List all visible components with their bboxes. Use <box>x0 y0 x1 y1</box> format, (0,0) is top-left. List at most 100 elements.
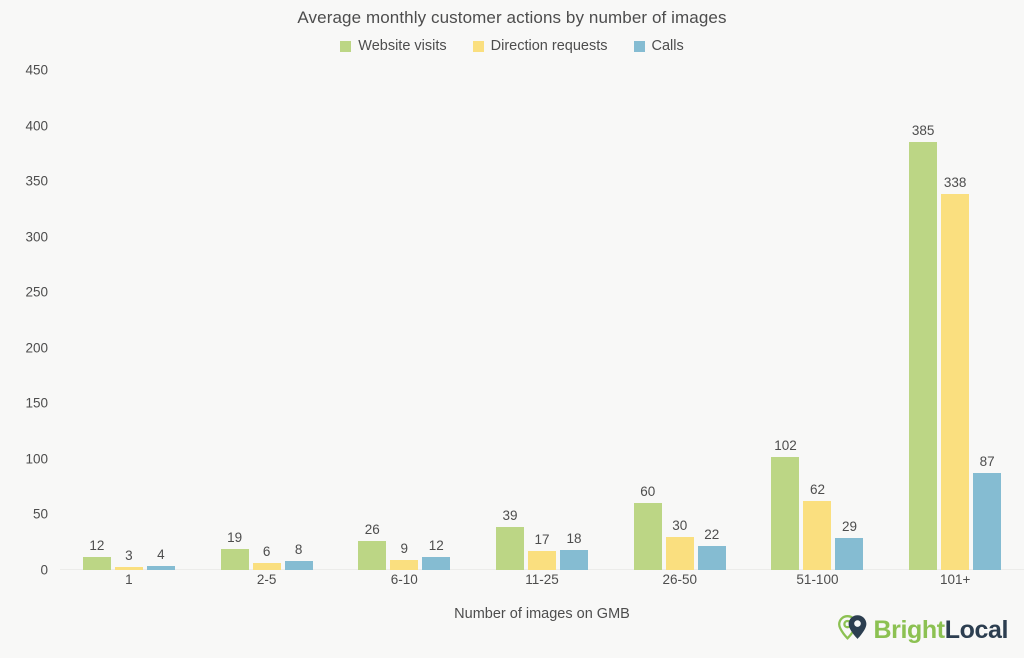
legend-label: Direction requests <box>490 38 608 54</box>
bar-slot: 60 <box>633 70 662 570</box>
bar[interactable] <box>496 526 525 570</box>
bar-groups: 12 3 4 19 6 8 26 9 12 39 17 18 60 30 22 102 62 29 385 338 87 <box>60 70 1024 570</box>
bar[interactable] <box>941 194 970 570</box>
bar[interactable] <box>82 556 111 570</box>
bar-value-label: 12 <box>89 537 105 553</box>
plot-area: 12 3 4 19 6 8 26 9 12 39 17 18 60 30 22 102 62 29 385 338 87 <box>60 70 1024 570</box>
bar[interactable] <box>973 473 1002 570</box>
bar-group: 385 338 87 <box>886 70 1024 570</box>
bar-slot: 87 <box>973 70 1002 570</box>
bar-slot: 22 <box>697 70 726 570</box>
bar-group: 19 6 8 <box>198 70 336 570</box>
legend-label: Website visits <box>358 38 447 54</box>
bar-group: 39 17 18 <box>473 70 611 570</box>
bar[interactable] <box>633 503 662 570</box>
bar-slot: 29 <box>835 70 864 570</box>
y-axis-tick: 250 <box>25 284 48 300</box>
x-axis-tick: 26-50 <box>662 572 697 587</box>
bar-slot: 17 <box>528 70 557 570</box>
bar-value-label: 338 <box>943 175 967 191</box>
bar-value-label: 18 <box>566 531 582 546</box>
chart-container: Average monthly customer actions by numb… <box>0 0 1024 658</box>
bar[interactable] <box>803 501 832 570</box>
chart-title: Average monthly customer actions by numb… <box>297 8 727 27</box>
bar[interactable] <box>220 548 249 570</box>
bar-slot: 102 <box>771 70 800 570</box>
logo-local-text: Local <box>944 615 1009 644</box>
x-axis-tick: 51-100 <box>796 572 839 587</box>
bar-value-label: 17 <box>534 532 550 548</box>
logo-bright-text: Bright <box>873 615 946 644</box>
bar-slot: 4 <box>146 70 175 570</box>
legend-item[interactable]: Calls <box>633 38 684 54</box>
bar-value-label: 6 <box>262 544 271 560</box>
bar-slot: 3 <box>114 70 143 570</box>
bar-value-label: 385 <box>911 123 935 139</box>
bar[interactable] <box>146 565 175 570</box>
y-axis-tick: 300 <box>25 229 48 245</box>
bar-value-label: 19 <box>227 529 243 545</box>
bar[interactable] <box>560 550 589 570</box>
legend-swatch <box>633 40 645 52</box>
bar-value-label: 3 <box>125 547 133 563</box>
bar-value-label: 22 <box>704 526 720 542</box>
y-axis-tick: 0 <box>40 562 48 578</box>
legend-item[interactable]: Direction requests <box>472 38 608 54</box>
bar-group: 60 30 22 <box>611 70 749 570</box>
x-axis-tick: 11-25 <box>525 572 559 587</box>
bar-slot: 62 <box>803 70 832 570</box>
x-axis-tick: 2-5 <box>256 572 277 587</box>
bar-value-label: 12 <box>428 537 444 553</box>
chart-legend: Website visits Direction requests Calls <box>0 38 1024 54</box>
brightlocal-logo: BrightLocal <box>836 614 1009 646</box>
bar[interactable] <box>771 456 800 570</box>
y-axis-tick: 200 <box>25 340 48 356</box>
bar[interactable] <box>114 566 143 570</box>
bar-slot: 8 <box>284 70 313 570</box>
y-axis: 450 400 350 300 250 200 150 100 50 0 <box>0 63 58 578</box>
bar[interactable] <box>284 561 313 570</box>
bar[interactable] <box>358 541 387 570</box>
bar-group: 26 9 12 <box>335 70 473 570</box>
bar[interactable] <box>528 551 557 570</box>
bar-slot: 30 <box>665 70 694 570</box>
x-axis-tick: 101+ <box>939 572 971 587</box>
bar-slot: 18 <box>560 70 589 570</box>
bar-value-label: 87 <box>979 454 995 470</box>
bar[interactable] <box>665 536 694 570</box>
bar[interactable] <box>909 142 938 570</box>
bar-value-label: 8 <box>294 542 303 558</box>
bar-value-label: 39 <box>502 507 518 523</box>
y-axis-tick: 100 <box>25 451 48 467</box>
legend-swatch <box>340 40 352 52</box>
bar-value-label: 60 <box>640 484 656 500</box>
bar-value-label: 102 <box>774 437 797 453</box>
y-axis-tick: 400 <box>25 118 48 134</box>
bar-slot: 9 <box>390 70 419 570</box>
bar-group: 102 62 29 <box>749 70 887 570</box>
bar[interactable] <box>252 563 281 570</box>
legend-label: Calls <box>651 38 684 54</box>
legend-item[interactable]: Website visits <box>340 38 447 54</box>
bar-slot: 6 <box>252 70 281 570</box>
bar-value-label: 30 <box>672 517 688 533</box>
bar-value-label: 4 <box>157 546 165 562</box>
bar-slot: 385 <box>909 70 938 570</box>
map-pin-icon <box>836 614 870 646</box>
y-axis-tick: 350 <box>25 173 48 189</box>
y-axis-tick: 450 <box>25 62 48 78</box>
bar-value-label: 62 <box>809 482 825 498</box>
bar-group: 12 3 4 <box>60 70 198 570</box>
bar-slot: 19 <box>220 70 249 570</box>
bar[interactable] <box>835 537 864 570</box>
bar[interactable] <box>697 545 726 570</box>
y-axis-tick: 150 <box>25 395 48 411</box>
y-axis-tick: 50 <box>32 506 48 522</box>
bar[interactable] <box>390 560 419 570</box>
bar-slot: 26 <box>358 70 387 570</box>
x-axis: 1 2-5 6-10 11-25 26-50 51-100 101+ <box>60 572 1024 587</box>
bar-value-label: 29 <box>841 518 857 534</box>
bar[interactable] <box>422 556 451 570</box>
legend-swatch <box>472 40 484 52</box>
x-axis-tick: 1 <box>125 572 133 587</box>
